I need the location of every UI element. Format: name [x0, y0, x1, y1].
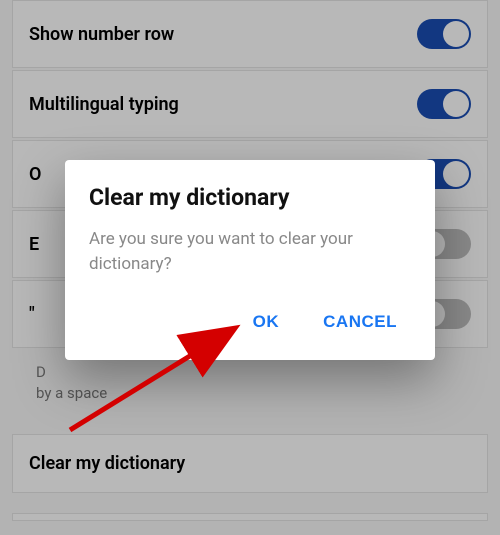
dialog-title: Clear my dictionary [89, 184, 411, 211]
dialog-message: Are you sure you want to clear your dict… [89, 227, 411, 276]
confirm-dialog: Clear my dictionary Are you sure you wan… [65, 160, 435, 360]
dialog-actions: OK CANCEL [89, 304, 411, 348]
ok-button[interactable]: OK [249, 304, 284, 340]
cancel-button[interactable]: CANCEL [319, 304, 401, 340]
